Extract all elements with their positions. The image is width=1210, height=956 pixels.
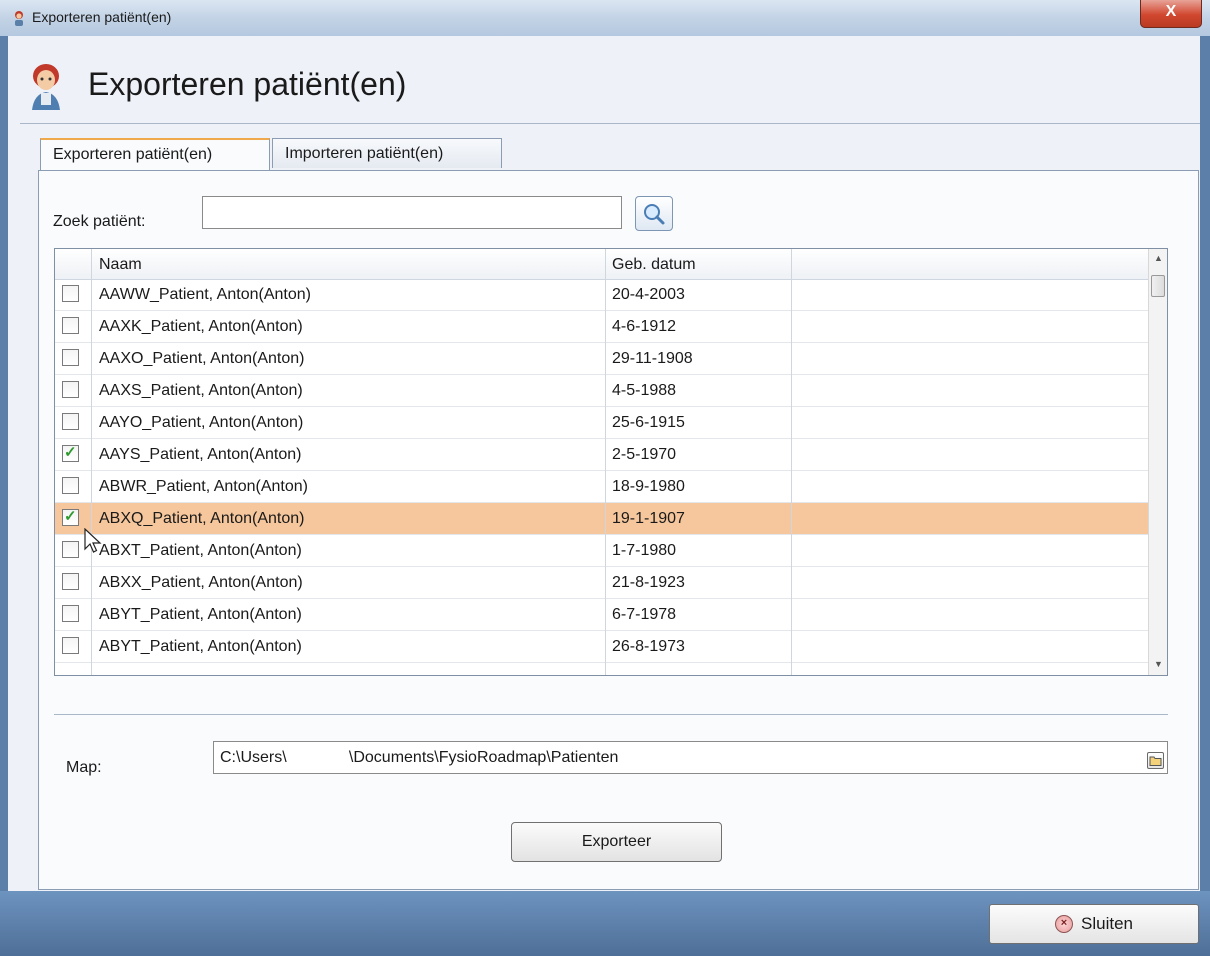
row-checkbox[interactable] [62, 413, 79, 430]
map-path-value: C:\Users\ \Documents\FysioRoadmap\Patien… [220, 749, 619, 766]
window-titlebar: Exporteren patiënt(en) [0, 0, 1210, 36]
person-avatar-icon [32, 64, 60, 110]
search-button[interactable] [635, 196, 673, 231]
patient-name-cell: ABXX_Patient, Anton(Anton) [99, 574, 303, 591]
row-checkbox[interactable] [62, 477, 79, 494]
window-title: Exporteren patiënt(en) [32, 9, 172, 25]
table-row[interactable]: AAYO_Patient, Anton(Anton) 25-6-1915 [55, 407, 1148, 439]
column-divider [91, 249, 92, 675]
patient-name-cell: AAXK_Patient, Anton(Anton) [99, 318, 303, 335]
patient-name-cell: ABWR_Patient, Anton(Anton) [99, 478, 308, 495]
birth-date-cell: 4-5-1988 [612, 382, 677, 399]
row-checkbox[interactable] [62, 573, 79, 590]
table-row[interactable]: AAXK_Patient, Anton(Anton) 4-6-1912 [55, 311, 1148, 343]
row-checkbox[interactable] [62, 285, 79, 302]
column-header-naam[interactable]: Naam [99, 256, 142, 274]
close-circle-icon: × [1055, 915, 1073, 933]
birth-date-cell: 18-9-1980 [612, 478, 685, 495]
table-header: Naam Geb. datum [55, 249, 1148, 280]
window-close-button[interactable]: X [1140, 0, 1202, 28]
birth-date-cell: 19-1-1907 [612, 510, 685, 527]
patient-name-cell: ABYT_Patient, Anton(Anton) [99, 638, 302, 655]
table-row[interactable]: ABYT_Patient, Anton(Anton) 26-8-1973 [55, 631, 1148, 663]
patient-table[interactable]: Naam Geb. datum AAWW_Patient, Anton(Anto… [54, 248, 1168, 676]
birth-date-cell: 21-8-1923 [612, 574, 685, 591]
table-row[interactable]: AAWW_Patient, Anton(Anton) 20-4-2003 [55, 279, 1148, 311]
row-checkbox[interactable] [62, 381, 79, 398]
column-header-geb-datum[interactable]: Geb. datum [612, 256, 696, 274]
table-row[interactable]: ABXX_Patient, Anton(Anton) 21-8-1923 [55, 567, 1148, 599]
map-path-field[interactable]: C:\Users\ \Documents\FysioRoadmap\Patien… [213, 741, 1168, 774]
close-button-label: Sluiten [1081, 914, 1133, 933]
page-title: Exporteren patiënt(en) [88, 66, 407, 102]
magnifier-icon [644, 204, 665, 225]
table-row[interactable]: ✓ ABXQ_Patient, Anton(Anton) 19-1-1907 [55, 503, 1148, 535]
row-checkbox[interactable] [62, 349, 79, 366]
browse-folder-button[interactable] [1147, 752, 1164, 769]
person-avatar-icon [15, 11, 23, 26]
patient-name-cell: AAXO_Patient, Anton(Anton) [99, 350, 305, 367]
birth-date-cell: 2-5-1970 [612, 446, 677, 463]
table-row[interactable]: AAXO_Patient, Anton(Anton) 29-11-1908 [55, 343, 1148, 375]
row-checkbox[interactable]: ✓ [62, 444, 79, 462]
birth-date-cell: 25-6-1915 [612, 414, 685, 431]
table-row[interactable]: ABYT_Patient, Anton(Anton) 6-7-1978 [55, 599, 1148, 631]
folder-icon [1149, 756, 1162, 766]
table-row[interactable]: ABXT_Patient, Anton(Anton) 1-7-1980 [55, 535, 1148, 567]
mouse-cursor-icon [84, 528, 102, 553]
table-row[interactable]: ✓ AAYS_Patient, Anton(Anton) 2-5-1970 [55, 439, 1148, 471]
birth-date-cell: 1-7-1980 [612, 542, 677, 559]
patient-name-cell: ABXT_Patient, Anton(Anton) [99, 542, 302, 559]
row-checkbox[interactable] [62, 317, 79, 334]
section-divider [54, 714, 1168, 715]
search-label: Zoek patiënt: [53, 213, 146, 230]
row-checkbox[interactable] [62, 637, 79, 654]
table-scrollbar[interactable]: ▲ ▼ [1148, 249, 1167, 675]
patient-name-cell: AAXS_Patient, Anton(Anton) [99, 382, 303, 399]
column-divider [605, 249, 606, 675]
table-row[interactable]: ABWR_Patient, Anton(Anton) 18-9-1980 [55, 471, 1148, 503]
tab-exporteren[interactable]: Exporteren patiënt(en) [40, 138, 270, 171]
birth-date-cell: 6-7-1978 [612, 606, 677, 623]
patient-name-cell: AAWW_Patient, Anton(Anton) [99, 286, 311, 303]
checkmark-icon: ✓ [64, 444, 77, 461]
row-checkbox[interactable]: ✓ [62, 508, 79, 526]
column-divider [791, 249, 792, 675]
birth-date-cell: 20-4-2003 [612, 286, 685, 303]
row-checkbox[interactable] [62, 605, 79, 622]
birth-date-cell: 4-6-1912 [612, 318, 677, 335]
table-row[interactable]: AAXS_Patient, Anton(Anton) 4-5-1988 [55, 375, 1148, 407]
row-checkbox[interactable] [62, 541, 79, 558]
checkmark-icon: ✓ [64, 508, 77, 525]
birth-date-cell: 29-11-1908 [612, 350, 693, 367]
tab-importeren[interactable]: Importeren patiënt(en) [272, 138, 502, 168]
patient-name-cell: AAYS_Patient, Anton(Anton) [99, 446, 302, 463]
scroll-down-icon[interactable]: ▼ [1154, 659, 1163, 669]
birth-date-cell: 26-8-1973 [612, 638, 685, 655]
scrollbar-thumb[interactable] [1151, 275, 1165, 297]
header-divider [20, 123, 1200, 124]
patient-name-cell: ABYT_Patient, Anton(Anton) [99, 606, 302, 623]
map-label: Map: [66, 759, 102, 776]
search-input[interactable] [202, 196, 622, 229]
scroll-up-icon[interactable]: ▲ [1154, 253, 1163, 263]
export-button[interactable]: Exporteer [511, 822, 722, 862]
close-button[interactable]: × Sluiten [989, 904, 1199, 944]
patient-name-cell: ABXQ_Patient, Anton(Anton) [99, 510, 305, 527]
patient-name-cell: AAYO_Patient, Anton(Anton) [99, 414, 304, 431]
